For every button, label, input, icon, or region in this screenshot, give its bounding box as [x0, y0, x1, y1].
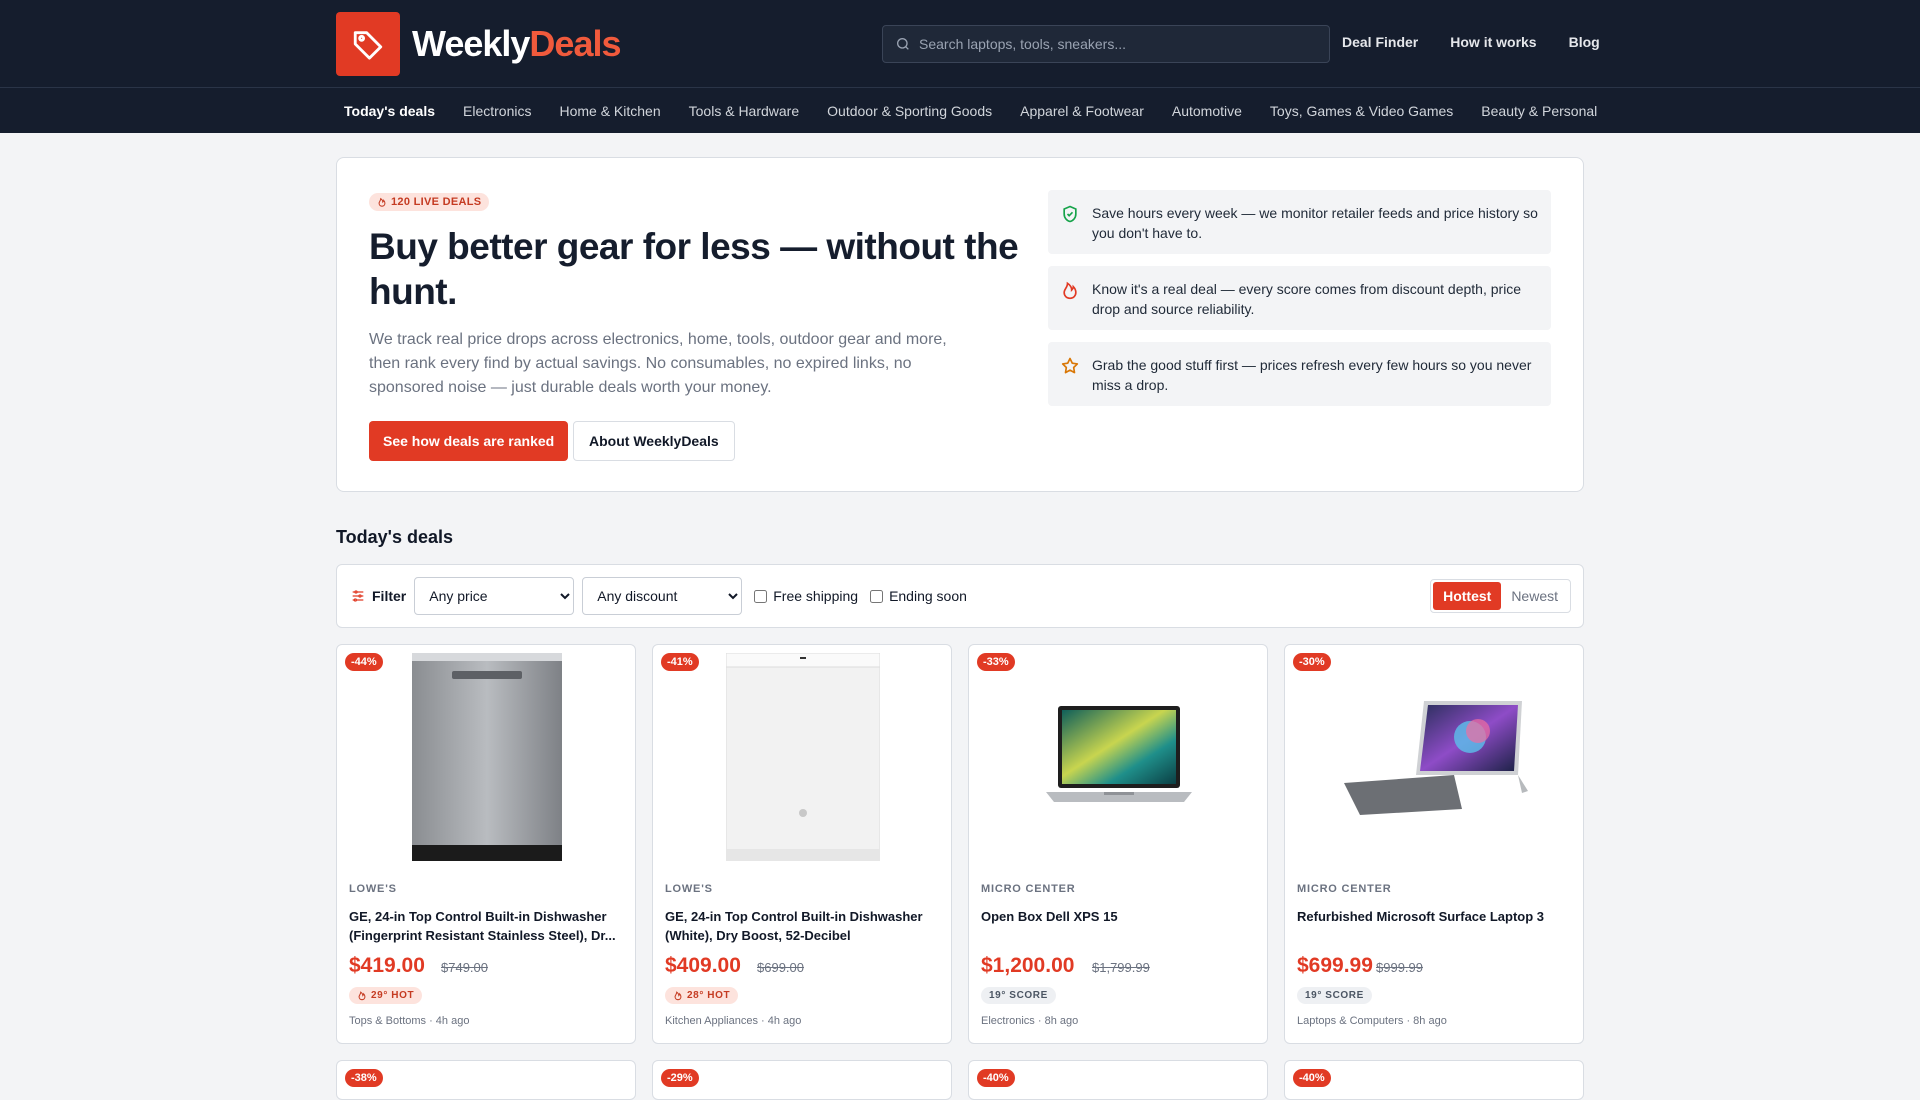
logo[interactable]: WeeklyDeals: [336, 12, 622, 76]
product-image-dishwasher-white[interactable]: [661, 653, 945, 861]
deal-price: $409.00: [665, 954, 741, 977]
deal-card[interactable]: -44% LOWE'S GE, 24-in Top Control Built-…: [336, 644, 636, 1044]
hot-badge: 29° HOT: [349, 987, 423, 1004]
ending-soon-input[interactable]: [870, 589, 884, 603]
store-name: LOWE'S: [349, 883, 397, 895]
search-input[interactable]: [919, 36, 1319, 52]
category-outdoor[interactable]: Outdoor & Sporting Goods: [819, 103, 1000, 119]
live-deals-badge: 120 LIVE DEALS: [369, 193, 490, 211]
discount-badge: -33%: [977, 653, 1015, 671]
score-badge: 19° SCORE: [981, 987, 1056, 1004]
nav-blog[interactable]: Blog: [1569, 34, 1600, 50]
search-box[interactable]: [882, 25, 1330, 63]
category-beauty[interactable]: Beauty & Personal: [1473, 103, 1605, 119]
deal-price: $419.00: [349, 954, 425, 977]
product-title[interactable]: GE, 24-in Top Control Built-in Dishwashe…: [665, 907, 941, 945]
deal-meta: Electronics · 8h ago: [981, 1015, 1079, 1027]
logo-text: WeeklyDeals: [412, 23, 622, 64]
deal-card[interactable]: -29%: [652, 1060, 952, 1100]
original-price: $1,799.99: [1092, 960, 1150, 975]
deal-card[interactable]: -38%: [336, 1060, 636, 1100]
product-title[interactable]: Refurbished Microsoft Surface Laptop 3: [1297, 907, 1573, 926]
hero-title: Buy better gear for less — without the h…: [369, 226, 1019, 312]
category-automotive[interactable]: Automotive: [1164, 103, 1250, 119]
deal-card[interactable]: -30% MICRO CENTER Refurbished Microsoft …: [1284, 644, 1584, 1044]
feature-save-hours: Save hours every week — we monitor retai…: [1048, 190, 1551, 254]
deal-price: $699.99: [1297, 954, 1373, 977]
discount-badge: -29%: [661, 1069, 699, 1087]
category-home-kitchen[interactable]: Home & Kitchen: [551, 103, 668, 119]
flame-icon: [1063, 281, 1077, 300]
discount-badge: -30%: [1293, 653, 1331, 671]
filter-bar: Filter Any price Any discount Free shipp…: [336, 564, 1584, 628]
free-shipping-input[interactable]: [754, 589, 768, 603]
free-shipping-checkbox[interactable]: Free shipping: [754, 588, 858, 604]
discount-badge: -44%: [345, 653, 383, 671]
product-title[interactable]: GE, 24-in Top Control Built-in Dishwashe…: [349, 907, 625, 945]
feature-first: Grab the good stuff first — prices refre…: [1048, 342, 1551, 406]
discount-badge: -40%: [1293, 1069, 1331, 1087]
deal-card[interactable]: -40%: [1284, 1060, 1584, 1100]
deal-meta: Laptops & Computers · 8h ago: [1297, 1015, 1447, 1027]
hot-badge: 28° HOT: [665, 987, 739, 1004]
filter-label: Filter: [350, 588, 406, 604]
deal-card[interactable]: -40%: [968, 1060, 1268, 1100]
hero-description: We track real price drops across electro…: [369, 331, 947, 396]
original-price: $749.00: [441, 960, 488, 975]
sort-newest-button[interactable]: Newest: [1501, 582, 1568, 610]
tag-icon: [336, 12, 400, 76]
section-title: Today's deals: [336, 527, 453, 547]
sort-hottest-button[interactable]: Hottest: [1433, 582, 1502, 610]
product-image-dishwasher[interactable]: [345, 653, 629, 861]
nav-deal-finder[interactable]: Deal Finder: [1342, 34, 1418, 50]
category-todays-deals[interactable]: Today's deals: [336, 103, 443, 119]
category-apparel[interactable]: Apparel & Footwear: [1012, 103, 1152, 119]
price-select[interactable]: Any price: [414, 577, 575, 615]
category-electronics[interactable]: Electronics: [455, 103, 539, 119]
hero-panel: 120 LIVE DEALS Buy better gear for less …: [336, 157, 1584, 492]
discount-badge: -40%: [977, 1069, 1015, 1087]
deal-price: $1,200.00: [981, 954, 1075, 977]
flame-icon: [378, 197, 386, 207]
original-price: $699.00: [757, 960, 804, 975]
about-button[interactable]: About WeeklyDeals: [573, 421, 735, 461]
category-toys-games[interactable]: Toys, Games & Video Games: [1262, 103, 1461, 119]
feature-real-deal: Know it's a real deal — every score come…: [1048, 266, 1551, 330]
category-tools-hardware[interactable]: Tools & Hardware: [681, 103, 808, 119]
top-header: WeeklyDeals Deal Finder How it works Blo…: [0, 0, 1920, 88]
nav-how-it-works[interactable]: How it works: [1450, 34, 1536, 50]
deal-meta: Tops & Bottoms · 4h ago: [349, 1015, 470, 1027]
flame-icon: [674, 991, 682, 1001]
discount-badge: -38%: [345, 1069, 383, 1087]
category-nav: Today's deals Electronics Home & Kitchen…: [0, 88, 1920, 133]
top-nav: Deal Finder How it works Blog: [1342, 34, 1632, 50]
sliders-icon: [352, 590, 364, 602]
original-price: $999.99: [1376, 960, 1423, 975]
discount-badge: -41%: [661, 653, 699, 671]
flame-icon: [358, 991, 366, 1001]
star-icon: [1061, 357, 1079, 374]
search-icon: [897, 38, 909, 50]
deal-card[interactable]: -41% LOWE'S GE, 24-in Top Control Built-…: [652, 644, 952, 1044]
see-ranking-button[interactable]: See how deals are ranked: [369, 421, 569, 461]
store-name: MICRO CENTER: [981, 883, 1076, 895]
shield-check-icon: [1063, 205, 1077, 223]
product-image-laptop[interactable]: [977, 653, 1261, 861]
store-name: LOWE'S: [665, 883, 713, 895]
deal-meta: Kitchen Appliances · 4h ago: [665, 1015, 802, 1027]
store-name: MICRO CENTER: [1297, 883, 1392, 895]
product-image-surface[interactable]: [1293, 653, 1577, 861]
score-badge: 19° SCORE: [1297, 987, 1372, 1004]
sort-toggle: Hottest Newest: [1430, 579, 1571, 613]
discount-select[interactable]: Any discount: [582, 577, 743, 615]
deal-card[interactable]: -33% MICRO CENTER Open Box Dell XPS 15 $…: [968, 644, 1268, 1044]
ending-soon-checkbox[interactable]: Ending soon: [870, 588, 967, 604]
product-title[interactable]: Open Box Dell XPS 15: [981, 907, 1257, 926]
